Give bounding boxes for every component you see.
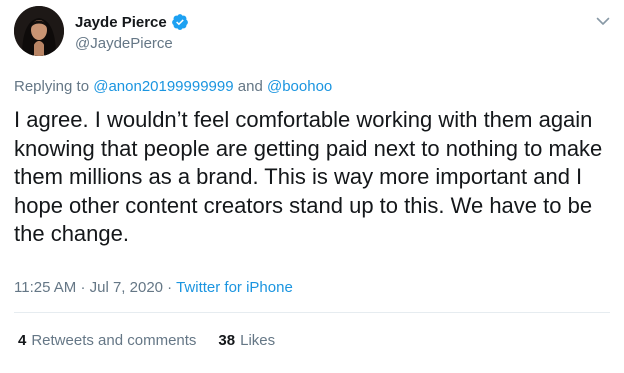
- tweet-meta: 11:25 AM · Jul 7, 2020 · Twitter for iPh…: [14, 279, 293, 296]
- display-name[interactable]: Jayde Pierce: [75, 14, 167, 31]
- tweet-date[interactable]: Jul 7, 2020: [90, 279, 163, 296]
- avatar-image: [14, 6, 64, 56]
- stats-divider: [14, 312, 610, 313]
- mention-link-1[interactable]: @anon20199999999: [93, 78, 233, 95]
- likes-stat[interactable]: 38 Likes: [218, 332, 275, 349]
- user-handle[interactable]: @JaydePierce: [75, 35, 173, 52]
- chevron-down-icon[interactable]: [594, 12, 612, 30]
- tweet-time[interactable]: 11:25 AM: [14, 279, 76, 296]
- reply-context: Replying to @anon20199999999 and @boohoo: [14, 78, 332, 95]
- retweets-count: 4: [18, 332, 27, 349]
- reply-joiner: and: [237, 78, 263, 95]
- tweet-text: I agree. I wouldn’t feel comfortable wor…: [14, 107, 603, 246]
- verified-badge-icon: [171, 13, 189, 31]
- reply-prefix: Replying to: [14, 78, 90, 95]
- likes-label: Likes: [240, 332, 276, 349]
- meta-separator: ·: [80, 279, 86, 296]
- tweet-card: Jayde Pierce @JaydePierce Replying to @a…: [0, 0, 624, 373]
- display-name-row[interactable]: Jayde Pierce: [75, 12, 189, 32]
- likes-count: 38: [218, 332, 236, 349]
- engagement-stats: 4 Retweets and comments 38 Likes: [18, 332, 275, 349]
- retweets-stat[interactable]: 4 Retweets and comments: [18, 332, 196, 349]
- avatar[interactable]: [14, 6, 64, 56]
- meta-separator: ·: [167, 279, 173, 296]
- mention-link-2[interactable]: @boohoo: [267, 78, 332, 95]
- tweet-source-link[interactable]: Twitter for iPhone: [176, 279, 293, 296]
- retweets-label: Retweets and comments: [31, 332, 197, 349]
